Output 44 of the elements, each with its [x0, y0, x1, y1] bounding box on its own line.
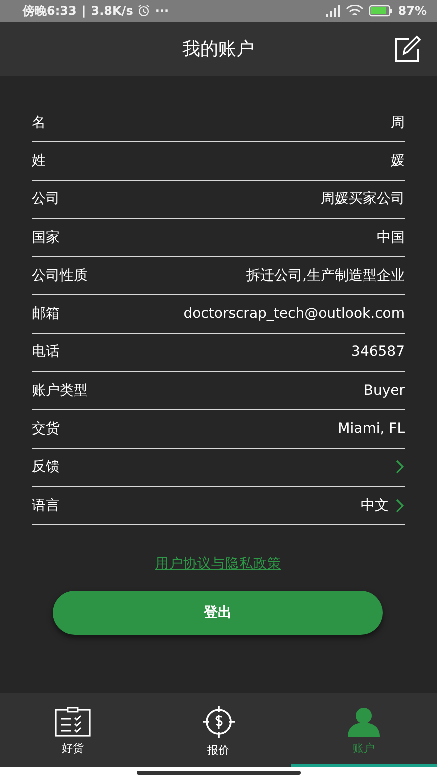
- account-row[interactable]: 语言 中文: [32, 486, 405, 526]
- network-speed: 3.8K/s: [91, 4, 134, 18]
- logout-button[interactable]: 登出: [53, 591, 383, 636]
- dollar-target-icon: [202, 705, 236, 739]
- edit-button[interactable]: [393, 35, 423, 63]
- policy-link[interactable]: 用户协议与隐私政策: [156, 555, 282, 574]
- nav-tab[interactable]: 好货: [0, 693, 146, 767]
- field-value: 中国: [377, 228, 405, 247]
- field-label: 公司性质: [32, 266, 89, 285]
- field-value: doctorscrap_tech@outlook.com: [184, 306, 405, 322]
- separator: |: [82, 4, 86, 18]
- person-icon: [346, 707, 382, 737]
- field-label: 公司: [32, 190, 61, 208]
- chevron-icon: [395, 459, 405, 476]
- field-value: 346587: [352, 344, 405, 360]
- field-label: 交货: [32, 420, 61, 438]
- page-title: 我的账户: [182, 38, 254, 61]
- field-value: Buyer: [364, 382, 405, 399]
- field-value: 中文: [361, 496, 389, 515]
- wifi-icon: [346, 5, 364, 17]
- battery-icon: [369, 5, 394, 17]
- battery-percentage: 87%: [398, 4, 427, 18]
- chevron-icon: [395, 498, 405, 514]
- field-label: 账户类型: [32, 382, 89, 400]
- field-label: 名: [32, 114, 47, 132]
- field-value: 周: [391, 114, 405, 132]
- field-label: 反馈: [32, 458, 61, 476]
- field-label: 邮箱: [32, 305, 61, 324]
- alarm-icon: [138, 5, 150, 17]
- field-value: 媛: [391, 152, 405, 170]
- checklist-icon: [54, 707, 91, 737]
- nav-tab[interactable]: 报价: [146, 693, 292, 767]
- status-time: 傍晚6:33: [23, 2, 77, 20]
- field-label: 语言: [32, 496, 61, 515]
- signal-icon: [323, 5, 342, 17]
- more-indicator: ···: [155, 4, 170, 18]
- field-value: Miami, FL: [338, 421, 405, 438]
- field-label: 姓: [32, 152, 47, 170]
- field-label: 电话: [32, 343, 61, 362]
- account-row[interactable]: 反馈: [32, 448, 405, 487]
- edit-icon: [393, 35, 423, 63]
- field-label: 国家: [32, 228, 61, 247]
- field-value: 拆迁公司,生产制造型企业: [246, 266, 405, 285]
- field-value: 周媛买家公司: [321, 190, 405, 208]
